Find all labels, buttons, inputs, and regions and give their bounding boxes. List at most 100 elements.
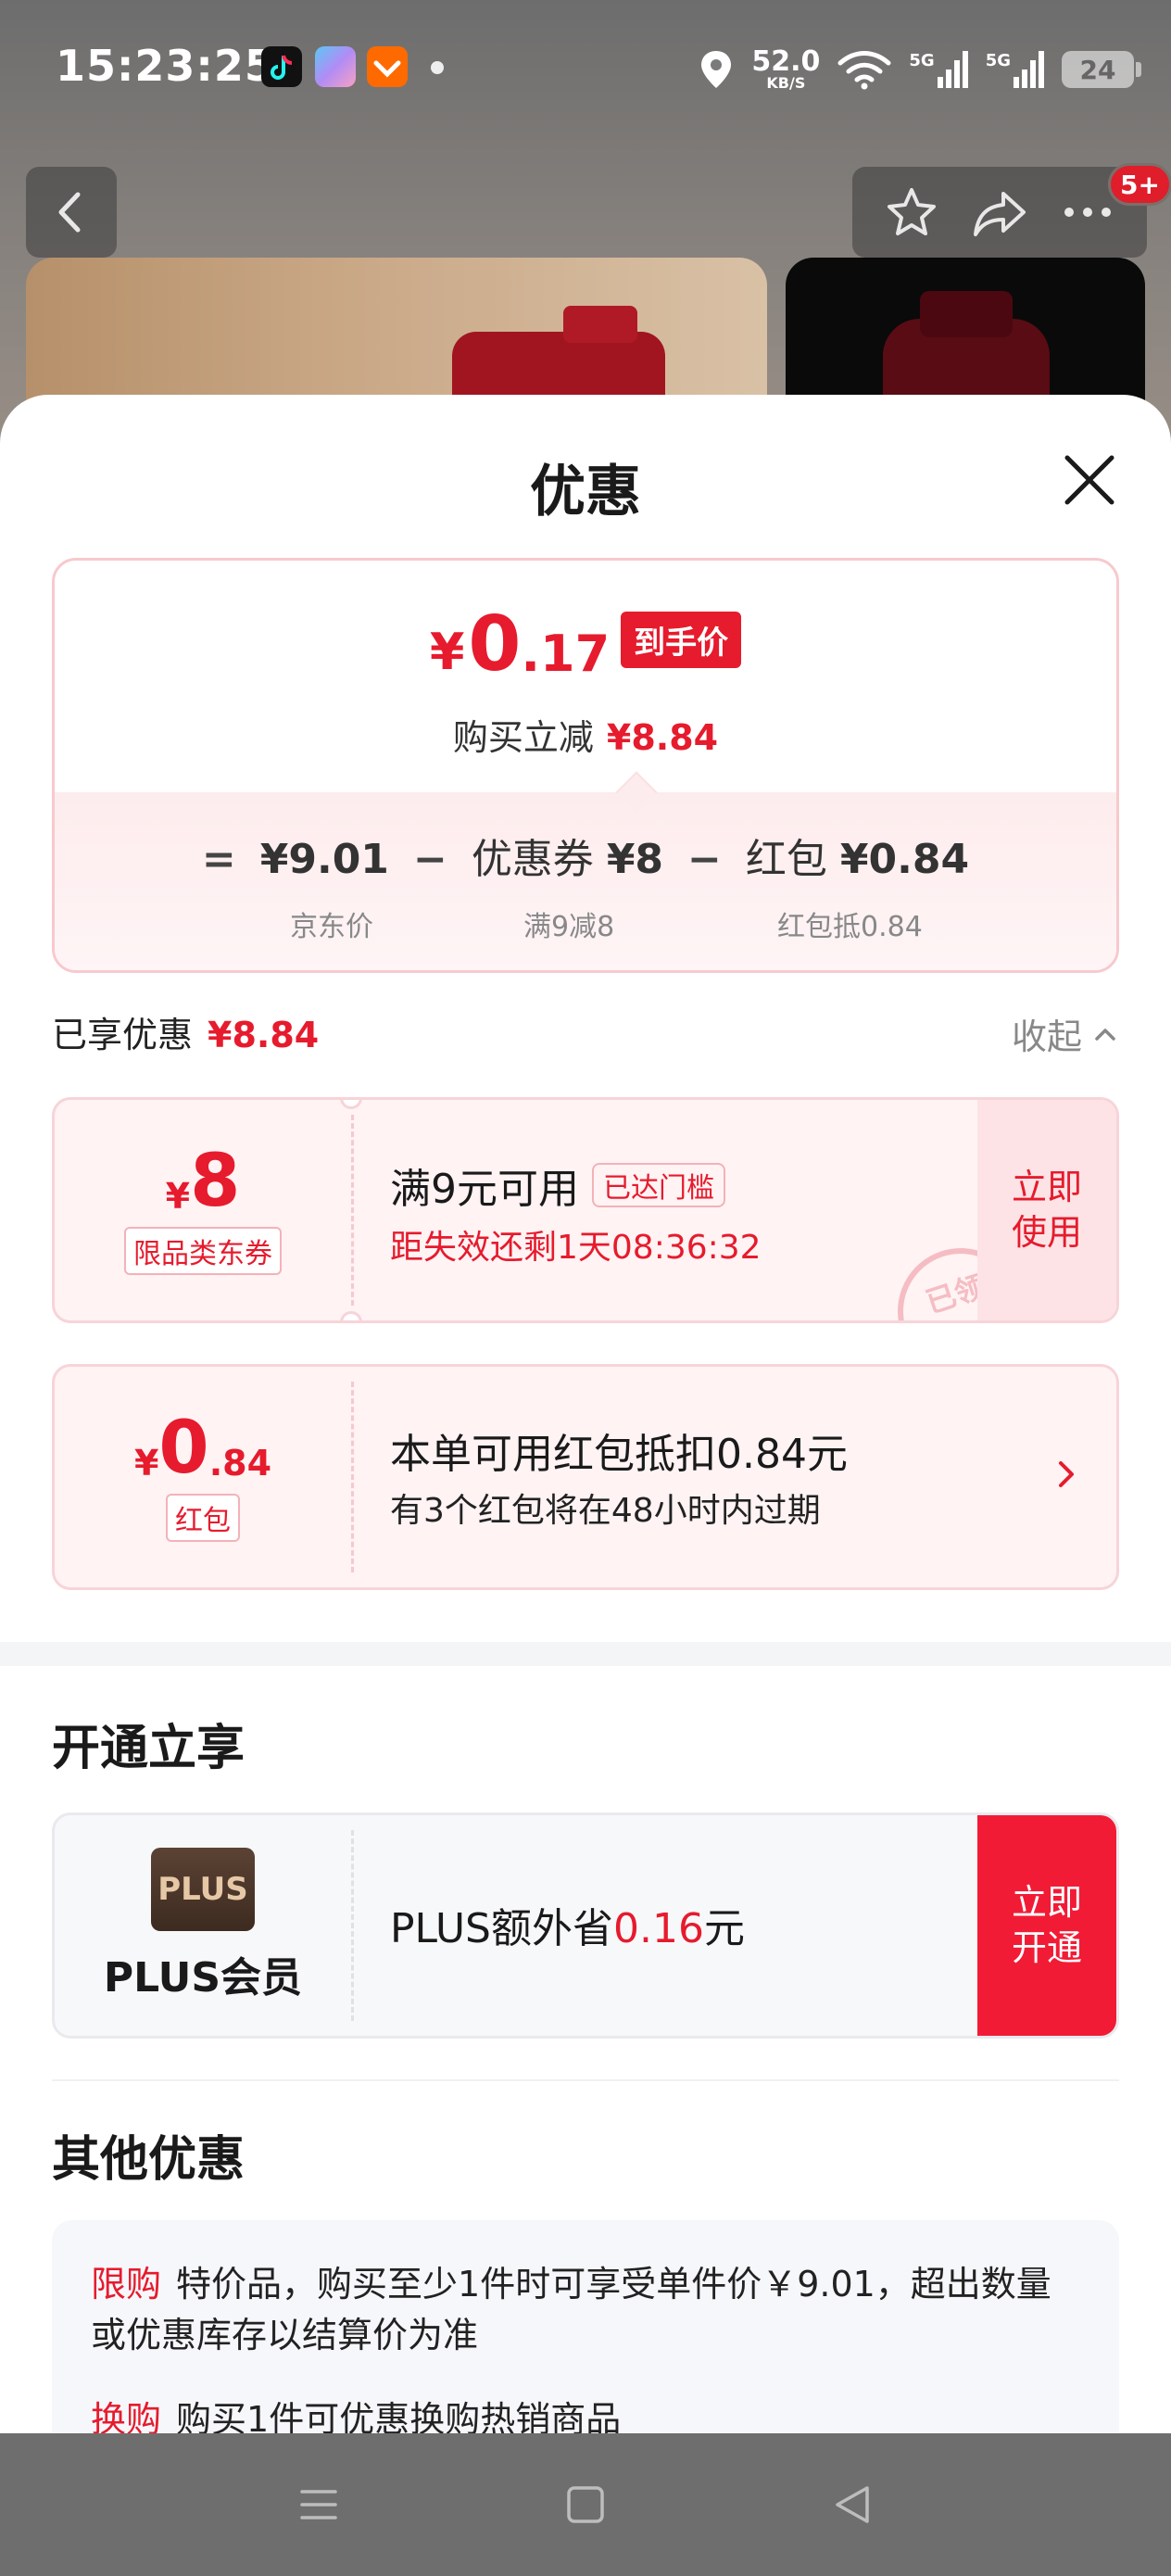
formula-coupon-value: ¥8 bbox=[606, 836, 664, 883]
signal-label-2: 5G bbox=[985, 51, 1011, 70]
final-price-row: ¥ 0 .17 到手价 bbox=[55, 607, 1116, 683]
use-button-line2: 使用 bbox=[1011, 1212, 1082, 1253]
close-button[interactable] bbox=[1056, 447, 1123, 513]
redpacket-amount-int: 0 bbox=[158, 1407, 209, 1490]
open-section-title: 开通立享 bbox=[52, 1721, 246, 1776]
redpacket-amount: ¥ 0 .84 bbox=[134, 1412, 271, 1484]
chevron-right-icon bbox=[1059, 1461, 1074, 1487]
signal-bars-icon bbox=[937, 51, 968, 88]
other-section-title: 其他优惠 bbox=[52, 2132, 246, 2188]
final-price: ¥ 0 .17 bbox=[430, 607, 610, 683]
final-price-yen: ¥ bbox=[429, 623, 465, 681]
plus-extra-save-value: 0.16 bbox=[613, 1905, 704, 1952]
signal-indicator-1: 5G bbox=[909, 51, 968, 88]
plus-logo: PLUS bbox=[151, 1848, 255, 1931]
menu-icon bbox=[300, 2490, 337, 2519]
exchange-purchase-item: 换购 购买1件可优惠换购热销商品 bbox=[91, 2391, 1082, 2433]
final-price-decimal: .17 bbox=[521, 625, 611, 683]
home-button[interactable] bbox=[548, 2468, 623, 2542]
home-square-icon bbox=[567, 2486, 604, 2523]
share-icon[interactable] bbox=[968, 183, 1031, 242]
use-button-line1: 立即 bbox=[1011, 1166, 1082, 1207]
instant-discount-value: ¥8.84 bbox=[606, 717, 719, 758]
open-button-line1: 立即 bbox=[1011, 1881, 1082, 1923]
redpacket-divider bbox=[351, 1382, 354, 1572]
plus-brand-block: PLUS PLUS会员 bbox=[55, 1815, 351, 2036]
formula-coupon: 优惠券 ¥8 bbox=[472, 826, 663, 885]
use-coupon-button[interactable]: 立即 使用 bbox=[977, 1100, 1116, 1320]
price-summary-card: ¥ 0 .17 到手价 购买立减 ¥8.84 = ¥9.01 − 优惠券 ¥8 −… bbox=[52, 558, 1119, 973]
threshold-reached-tag: 已达门槛 bbox=[592, 1163, 725, 1207]
divider-line bbox=[52, 2079, 1119, 2081]
coupon-amount-value: 8 bbox=[190, 1140, 241, 1223]
redpacket-expiry-text: 有3个红包将在48小时内过期 bbox=[390, 1492, 821, 1530]
status-bar: 15:23:25 52.0 KB/S 5G 5G 24 bbox=[0, 0, 1171, 139]
limit-purchase-text: 特价品，购买至少1件时可享受单件价￥9.01，超出数量或优惠库存以结算价为准 bbox=[91, 2264, 1051, 2356]
gallery-app-icon bbox=[315, 46, 356, 87]
coupon-countdown: 距失效还剩1天08:36:32 bbox=[390, 1229, 762, 1267]
coupon-value-block: ¥ 8 限品类东券 bbox=[55, 1100, 351, 1320]
close-icon bbox=[1064, 455, 1114, 505]
status-time: 15:23:25 bbox=[56, 41, 275, 91]
notification-dot bbox=[431, 61, 444, 74]
discount-sheet: 优惠 ¥ 0 .17 到手价 购买立减 ¥8.84 = ¥9.01 − 优惠券 … bbox=[0, 395, 1171, 2433]
collapse-label: 收起 bbox=[1011, 1017, 1082, 1057]
system-navigation-bar bbox=[0, 2433, 1171, 2576]
wifi-icon bbox=[837, 51, 891, 90]
coupon-note: 满9减8 bbox=[523, 911, 615, 943]
battery-indicator: 24 bbox=[1062, 51, 1141, 88]
star-icon[interactable] bbox=[882, 183, 941, 242]
redpacket-value-block: ¥ 0 .84 红包 bbox=[55, 1367, 351, 1587]
menu-button[interactable] bbox=[282, 2468, 356, 2542]
net-speed-unit: KB/S bbox=[766, 74, 806, 92]
final-price-integer: 0 bbox=[468, 600, 522, 688]
sheet-title: 优惠 bbox=[530, 460, 641, 524]
taobao-app-icon bbox=[367, 46, 408, 87]
formula-minus: − bbox=[412, 836, 447, 883]
coupon-card: ¥ 8 限品类东券 满9元可用 已达门槛 距失效还剩1天08:36:32 已领 立… bbox=[52, 1097, 1119, 1323]
chevron-left-icon bbox=[58, 192, 81, 233]
chevron-up-icon bbox=[1095, 1028, 1115, 1041]
enjoyed-discount-value: ¥8.84 bbox=[208, 1015, 320, 1055]
back-button[interactable] bbox=[26, 167, 117, 258]
formula-redpack-label: 红包 bbox=[745, 836, 827, 883]
other-discounts-card: 限购 特价品，购买至少1件时可享受单件价￥9.01，超出数量或优惠库存以结算价为准… bbox=[52, 2220, 1119, 2433]
coupon-notch bbox=[340, 1311, 362, 1320]
location-icon bbox=[701, 51, 732, 88]
plus-extra-save: PLUS额外省0.16元 bbox=[390, 1895, 745, 1954]
exchange-purchase-text: 购买1件可优惠换购热销商品 bbox=[176, 2399, 622, 2433]
plus-divider bbox=[351, 1830, 354, 2021]
net-speed-value: 52.0 bbox=[751, 45, 821, 78]
net-speed: 52.0 KB/S bbox=[751, 48, 820, 91]
formula-equals: = bbox=[201, 836, 236, 883]
more-icon[interactable] bbox=[1058, 183, 1117, 242]
final-price-tag: 到手价 bbox=[621, 612, 742, 668]
open-button-line2: 开通 bbox=[1011, 1927, 1082, 1968]
plus-member-card: PLUS PLUS会员 PLUS额外省0.16元 立即 开通 bbox=[52, 1812, 1119, 2039]
price-formula: = ¥9.01 − 优惠券 ¥8 − 红包 ¥0.84 bbox=[55, 826, 1116, 885]
signal-bars-icon bbox=[1014, 51, 1044, 88]
status-right-cluster: 52.0 KB/S 5G 5G 24 bbox=[698, 37, 1141, 102]
redpack-note: 红包抵0.84 bbox=[777, 911, 923, 943]
signal-label-1: 5G bbox=[909, 51, 935, 70]
section-separator bbox=[0, 1642, 1171, 1666]
coupon-condition-row: 满9元可用 已达门槛 bbox=[390, 1155, 725, 1215]
formula-coupon-label: 优惠券 bbox=[471, 836, 594, 883]
summary-top: ¥ 0 .17 到手价 购买立减 ¥8.84 bbox=[55, 561, 1116, 792]
back-nav-button[interactable] bbox=[815, 2468, 889, 2542]
coupon-divider bbox=[351, 1115, 354, 1306]
collapse-toggle[interactable]: 收起 bbox=[1012, 1008, 1119, 1059]
top-action-group bbox=[852, 167, 1147, 258]
back-triangle-icon bbox=[836, 2486, 869, 2523]
redpacket-card[interactable]: ¥ 0 .84 红包 本单可用红包抵扣0.84元 有3个红包将在48小时内过期 bbox=[52, 1364, 1119, 1590]
plus-extra-save-prefix: PLUS额外省 bbox=[390, 1905, 613, 1952]
formula-redpack-value: ¥0.84 bbox=[839, 836, 970, 883]
open-plus-button[interactable]: 立即 开通 bbox=[977, 1815, 1116, 2036]
redpacket-yen: ¥ bbox=[133, 1443, 159, 1484]
limit-purchase-item: 限购 特价品，购买至少1件时可享受单件价￥9.01，超出数量或优惠库存以结算价为准 bbox=[91, 2259, 1082, 2361]
redpacket-type-tag: 红包 bbox=[166, 1494, 240, 1542]
coupon-amount: ¥ 8 bbox=[166, 1145, 241, 1218]
coupon-type-tag: 限品类东券 bbox=[124, 1227, 282, 1275]
formula-redpack: 红包 ¥0.84 bbox=[746, 826, 969, 885]
formula-minus: − bbox=[687, 836, 722, 883]
